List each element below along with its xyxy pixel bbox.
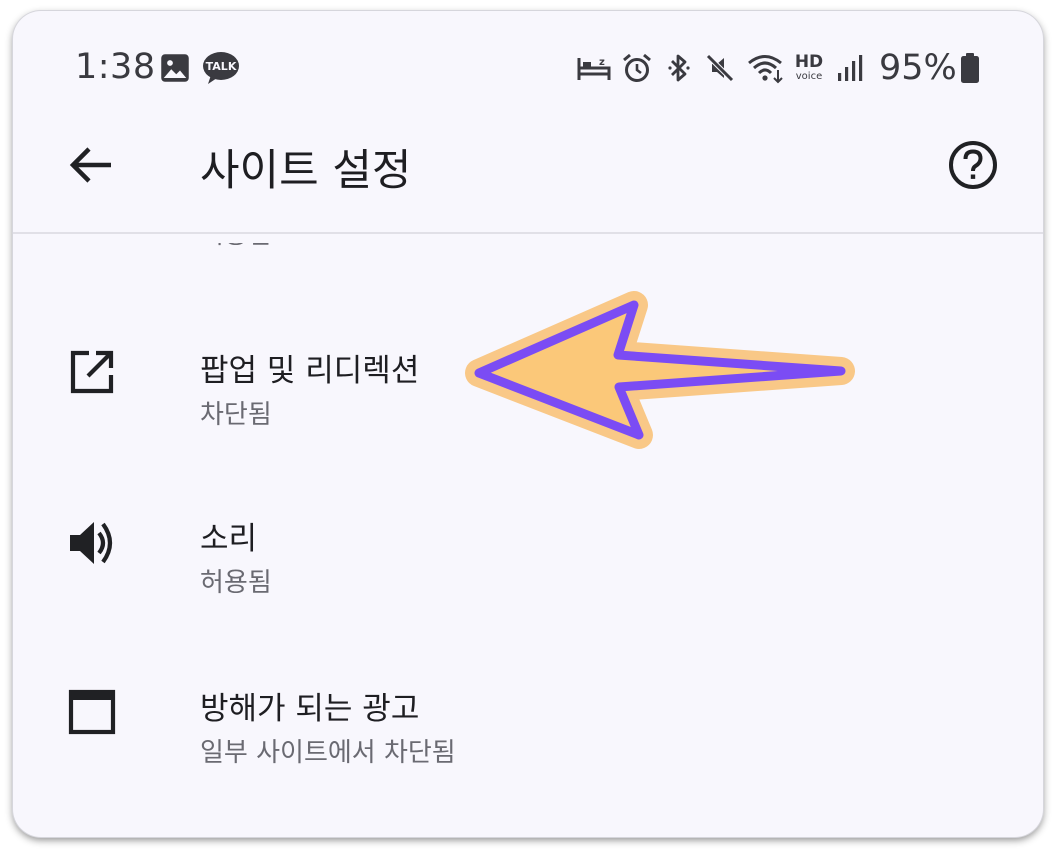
setting-subtitle: 차단됨 — [200, 400, 272, 430]
signal-icon — [835, 51, 867, 85]
kakaotalk-label: TALK — [206, 60, 237, 73]
hd-voice-icon: HD voice — [791, 51, 827, 85]
voice-label: voice — [795, 71, 823, 82]
setting-title: 방해가 되는 광고 — [200, 691, 420, 727]
gallery-icon — [159, 51, 191, 85]
status-bar: 1:38 TALK z HD voice 95% — [13, 11, 1043, 119]
setting-subtitle: 일부 사이트에서 차단됨 — [200, 738, 456, 768]
open-in-new-icon — [65, 345, 119, 399]
battery-percent: 95% — [879, 48, 957, 88]
hd-label: HD — [794, 52, 824, 72]
bluetooth-icon — [665, 51, 693, 85]
annotation-arrow — [465, 291, 855, 449]
sleep-mode-icon: z — [577, 51, 611, 85]
phone-screen: 1:38 TALK z HD voice 95% 사이트 설정 팝업 및 리디렉… — [13, 11, 1043, 837]
volume-up-icon — [65, 516, 119, 570]
app-bar-divider — [13, 232, 1043, 234]
setting-title: 소리 — [200, 521, 258, 557]
arrow-back-icon — [69, 147, 111, 183]
wifi-icon — [747, 51, 785, 85]
page-title: 사이트 설정 — [200, 146, 412, 196]
kakaotalk-icon: TALK — [201, 51, 241, 85]
setting-title: 팝업 및 리디렉션 — [200, 353, 420, 389]
help-button[interactable] — [946, 138, 1000, 192]
window-icon — [65, 685, 119, 739]
setting-subtitle: 허용됨 — [200, 568, 272, 598]
alarm-icon — [620, 51, 654, 85]
back-button[interactable] — [65, 139, 117, 191]
mute-icon — [703, 51, 737, 85]
help-circle-icon — [949, 141, 997, 189]
svg-text:z: z — [599, 57, 605, 68]
status-time: 1:38 — [75, 47, 156, 87]
setting-intrusive-ads[interactable]: 방해가 되는 광고 일부 사이트에서 차단됨 — [13, 599, 1043, 768]
battery-icon — [959, 51, 981, 85]
app-bar — [13, 119, 1043, 243]
